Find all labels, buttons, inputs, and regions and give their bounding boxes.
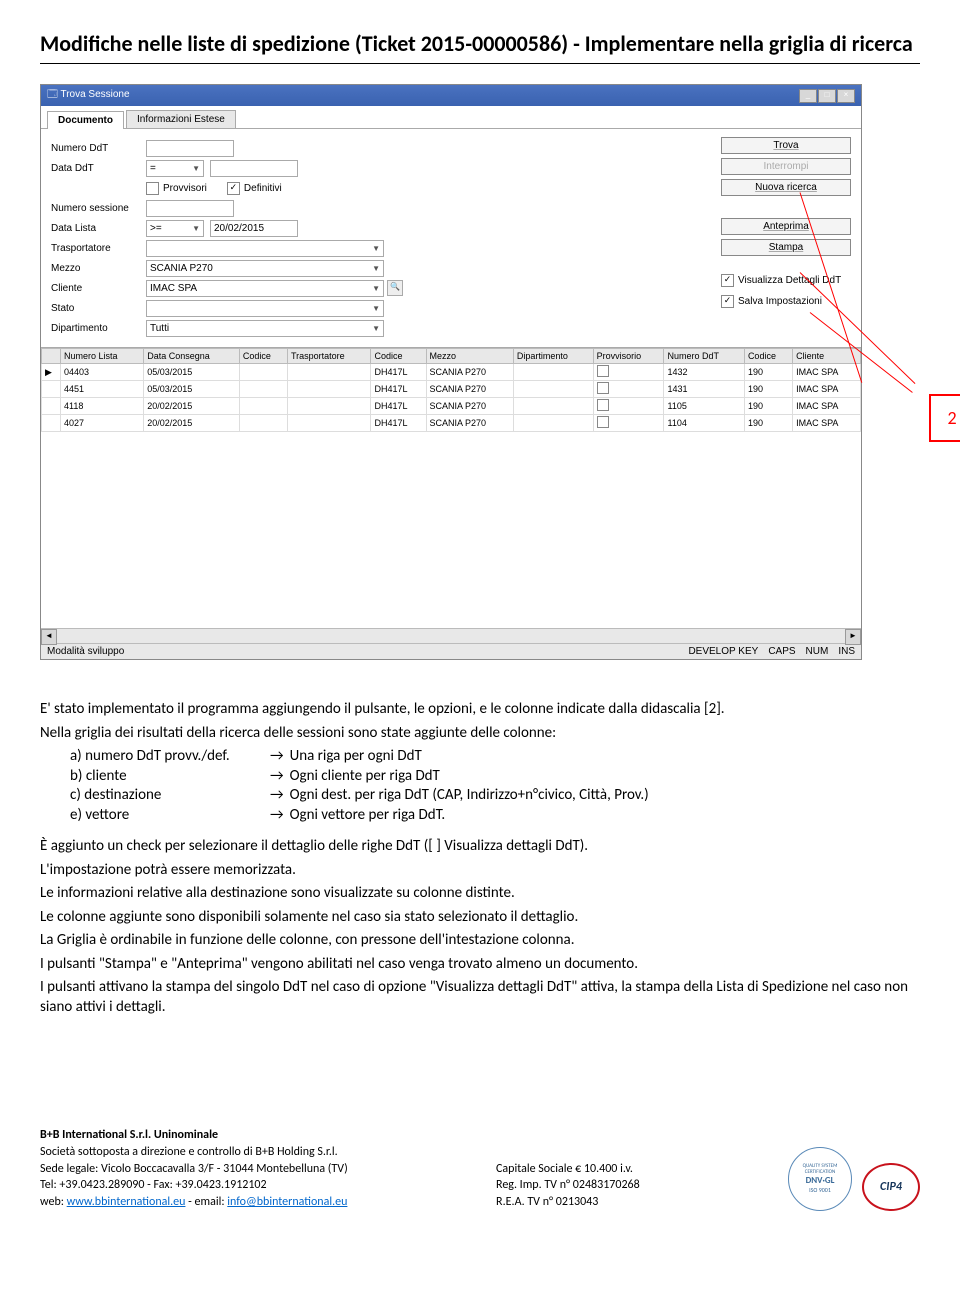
page-title: Modifiche nelle liste di spedizione (Tic… <box>40 30 920 64</box>
trova-button[interactable]: Trova <box>721 137 851 154</box>
stampa-button[interactable]: Stampa <box>721 239 851 256</box>
dipartimento-select[interactable]: Tutti▼ <box>146 320 384 337</box>
provvisori-checkbox[interactable] <box>146 182 159 195</box>
provvisori-label: Provvisori <box>163 183 207 194</box>
label-numero-sessione: Numero sessione <box>51 203 146 214</box>
column-header[interactable]: Numero Lista <box>61 349 144 364</box>
table-row[interactable]: 402720/02/2015DH417LSCANIA P2701104190IM… <box>42 415 861 432</box>
status-ins: INS <box>838 646 855 657</box>
data-lista-input[interactable]: 20/02/2015 <box>210 220 298 237</box>
tab-informazioni-estese[interactable]: Informazioni Estese <box>126 110 236 128</box>
label-data-ddt: Data DdT <box>51 163 146 174</box>
page-footer: B+B International S.r.l. Uninominale Soc… <box>40 1127 920 1211</box>
definition-row: e) vettore→Ogni vettore per riga DdT. <box>70 806 920 826</box>
trasportatore-select[interactable]: ▼ <box>146 240 384 257</box>
visualizza-dettagli-checkbox[interactable] <box>721 274 734 287</box>
table-row[interactable]: 445105/03/2015DH417LSCANIA P2701431190IM… <box>42 381 861 398</box>
document-body: E' stato implementato il programma aggiu… <box>40 700 920 1017</box>
numero-sessione-input[interactable] <box>146 200 234 217</box>
column-header[interactable]: Codice <box>744 349 792 364</box>
column-header[interactable]: Codice <box>239 349 287 364</box>
cip4-badge: CIP4 <box>862 1163 920 1211</box>
mezzo-select[interactable]: SCANIA P270▼ <box>146 260 384 277</box>
table-row[interactable]: ▶0440305/03/2015DH417LSCANIA P2701432190… <box>42 364 861 381</box>
scroll-right-icon[interactable]: ► <box>845 629 861 645</box>
data-lista-op[interactable]: >=▼ <box>146 220 204 237</box>
horizontal-scrollbar[interactable]: ◄ ► <box>41 628 861 643</box>
column-header[interactable]: Trasportatore <box>288 349 371 364</box>
stato-select[interactable]: ▼ <box>146 300 384 317</box>
window-title: Trova Sessione <box>60 89 129 100</box>
interrompi-button[interactable]: Interrompi <box>721 158 851 175</box>
definitivi-label: Definitivi <box>244 183 282 194</box>
provvisorio-checkbox[interactable] <box>597 399 609 411</box>
numero-ddt-input[interactable] <box>146 140 234 157</box>
data-ddt-input[interactable] <box>210 160 298 177</box>
provvisorio-checkbox[interactable] <box>597 382 609 394</box>
definition-row: a) numero DdT provv./def.→Una riga per o… <box>70 747 920 767</box>
column-header[interactable]: Numero DdT <box>664 349 744 364</box>
column-header[interactable]: Mezzo <box>426 349 513 364</box>
status-num: NUM <box>806 646 829 657</box>
scroll-left-icon[interactable]: ◄ <box>41 629 57 645</box>
provvisorio-checkbox[interactable] <box>597 365 609 377</box>
definition-row: b) cliente→Ogni cliente per riga DdT <box>70 767 920 787</box>
table-row[interactable]: 411820/02/2015DH417LSCANIA P2701105190IM… <box>42 398 861 415</box>
label-cliente: Cliente <box>51 283 146 294</box>
maximize-icon[interactable]: □ <box>818 89 836 103</box>
anteprima-button[interactable]: Anteprima <box>721 218 851 235</box>
status-caps: CAPS <box>768 646 795 657</box>
definitivi-checkbox[interactable] <box>227 182 240 195</box>
column-header[interactable]: Codice <box>371 349 426 364</box>
window-titlebar: 🗔 Trova Sessione _ □ × <box>41 85 861 106</box>
close-icon[interactable]: × <box>837 89 855 103</box>
results-table[interactable]: Numero ListaData ConsegnaCodiceTrasporta… <box>41 348 861 432</box>
cliente-select[interactable]: IMAC SPA▼ <box>146 280 384 297</box>
minimize-icon[interactable]: _ <box>799 89 817 103</box>
nuova-ricerca-button[interactable]: Nuova ricerca <box>721 179 851 196</box>
column-header[interactable] <box>42 349 61 364</box>
website-link[interactable]: www.bbinternational.eu <box>67 1195 186 1209</box>
provvisorio-checkbox[interactable] <box>597 416 609 428</box>
label-numero-ddt: Numero DdT <box>51 143 146 154</box>
label-data-lista: Data Lista <box>51 223 146 234</box>
label-dipartimento: Dipartimento <box>51 323 146 334</box>
cliente-lookup-icon[interactable]: 🔍 <box>387 280 403 296</box>
column-header[interactable]: Provvisorio <box>593 349 664 364</box>
status-left: Modalità sviluppo <box>47 646 124 657</box>
email-link[interactable]: info@bbinternational.eu <box>227 1195 347 1209</box>
tab-documento[interactable]: Documento <box>47 111 124 129</box>
label-stato: Stato <box>51 303 146 314</box>
company-name: B+B International S.r.l. Uninominale <box>40 1128 218 1142</box>
visualizza-dettagli-label: Visualizza Dettagli DdT <box>738 275 841 286</box>
status-develop: DEVELOP KEY <box>688 646 758 657</box>
dnv-gl-badge: QUALITY SYSTEM CERTIFICATION DNV·GL ISO … <box>788 1147 852 1211</box>
column-header[interactable]: Dipartimento <box>513 349 593 364</box>
definition-row: c) destinazione→Ogni dest. per riga DdT … <box>70 786 920 806</box>
label-mezzo: Mezzo <box>51 263 146 274</box>
data-ddt-op[interactable]: =▼ <box>146 160 204 177</box>
salva-impostazioni-checkbox[interactable] <box>721 295 734 308</box>
salva-impostazioni-label: Salva Impostazioni <box>738 296 822 307</box>
column-header[interactable]: Data Consegna <box>144 349 240 364</box>
embedded-screenshot: 🗔 Trova Sessione _ □ × Documento Informa… <box>40 84 920 660</box>
callout-box: 2 <box>929 394 960 442</box>
label-trasportatore: Trasportatore <box>51 243 146 254</box>
